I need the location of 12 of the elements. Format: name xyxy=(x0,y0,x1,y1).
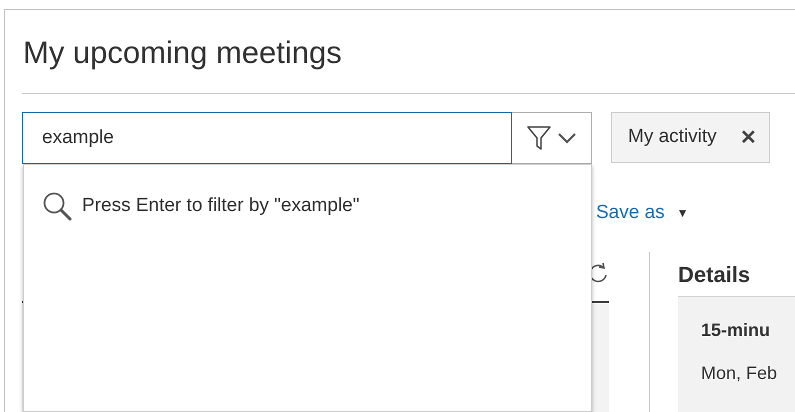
remove-filter-button[interactable]: ✕ xyxy=(740,122,757,152)
meeting-date: Mon, Feb xyxy=(701,362,778,385)
filter-icon xyxy=(526,125,550,151)
filter-chip-label: My activity xyxy=(628,125,717,150)
chevron-down-icon xyxy=(556,132,576,144)
meeting-title: 15-minu xyxy=(701,319,770,342)
page-title: My upcoming meetings xyxy=(22,34,343,72)
search-icon xyxy=(42,191,72,221)
filter-suggestion[interactable]: Press Enter to filter by "example" xyxy=(24,165,591,221)
details-heading: Details xyxy=(678,262,752,289)
save-as-button[interactable]: Save as ▼ xyxy=(596,200,689,226)
search-field[interactable]: example xyxy=(22,112,512,164)
